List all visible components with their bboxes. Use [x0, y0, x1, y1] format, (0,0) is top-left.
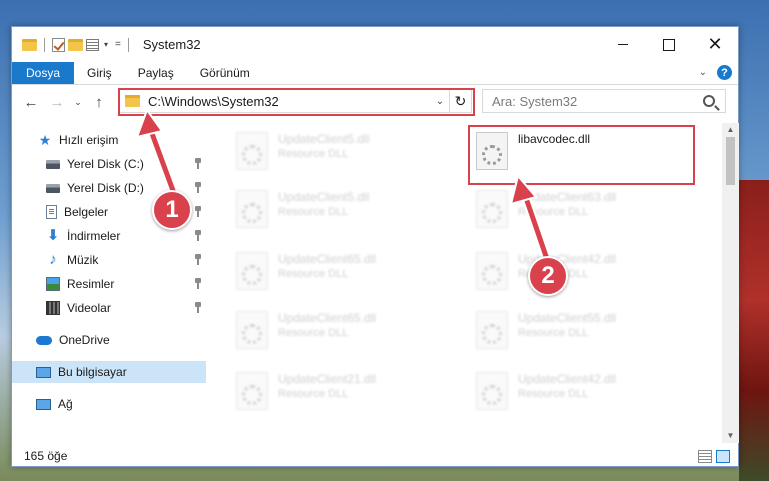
callout-arrows: [135, 107, 553, 267]
step-2-badge: 2: [528, 256, 568, 296]
arrow-1: [135, 107, 180, 201]
step-1-badge: 1: [152, 190, 192, 230]
arrow-2: [509, 173, 553, 267]
